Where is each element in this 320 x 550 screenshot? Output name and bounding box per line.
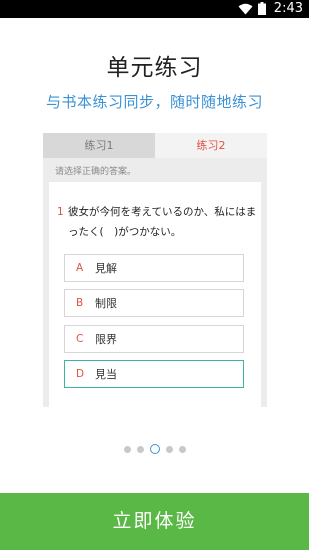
option-letter: B	[76, 297, 84, 309]
question-text: 彼女が今何を考えているのか、私にはまったく( )がつかない。	[68, 206, 257, 238]
tab-exercise-2[interactable]: 练习2	[155, 133, 267, 158]
page-dot-4[interactable]	[165, 445, 173, 453]
exercise-preview-card: 练习1 练习2 请选择正确的答案。 1 彼女が今何を考えているのか、私にはまった…	[43, 133, 267, 407]
option-text: 限界	[95, 333, 117, 346]
page-dot-5[interactable]	[178, 445, 186, 453]
try-now-button[interactable]: 立即体验	[0, 493, 309, 550]
tab-exercise-1[interactable]: 练习1	[43, 133, 155, 158]
option-text: 見解	[95, 262, 117, 275]
status-bar: 2:43	[0, 0, 309, 18]
status-time: 2:43	[273, 1, 303, 16]
question-number: 1	[57, 206, 64, 218]
option-d[interactable]: D 見当	[64, 360, 244, 388]
question: 1 彼女が今何を考えているのか、私にはまったく( )がつかない。	[57, 202, 257, 242]
option-c[interactable]: C 限界	[64, 325, 244, 353]
instruction-text: 请选择正确的答案。	[55, 167, 137, 177]
option-letter: D	[76, 368, 85, 380]
page-subtitle: 与书本练习同步，随时随地练习	[45, 93, 263, 111]
exercise-tabs: 练习1 练习2	[43, 133, 267, 158]
option-b[interactable]: B 制限	[64, 289, 244, 317]
option-letter: A	[76, 262, 84, 274]
page-indicator	[0, 444, 309, 454]
question-panel: 1 彼女が今何を考えているのか、私にはまったく( )がつかない。 A 見解 B …	[49, 182, 261, 407]
option-letter: C	[76, 333, 84, 345]
option-text: 制限	[95, 297, 117, 310]
option-a[interactable]: A 見解	[64, 254, 244, 282]
wifi-icon	[238, 0, 253, 19]
status-icons: 2:43	[238, 0, 303, 18]
page-title: 单元练习	[106, 55, 203, 81]
page-dot-1[interactable]	[123, 445, 131, 453]
battery-icon	[257, 0, 266, 19]
option-text: 見当	[95, 368, 117, 381]
page-dot-2[interactable]	[136, 445, 144, 453]
page-dot-3-active[interactable]	[149, 444, 160, 454]
